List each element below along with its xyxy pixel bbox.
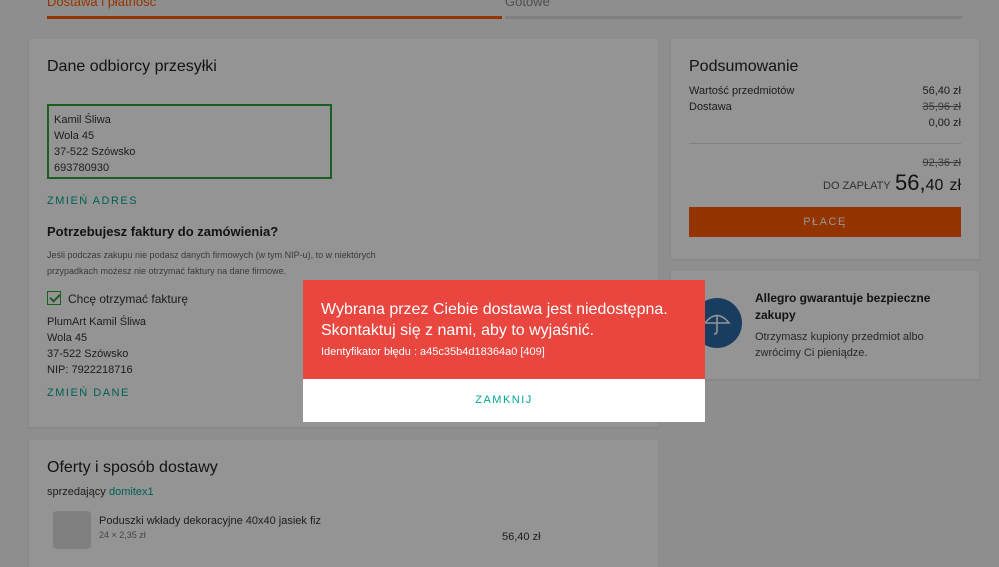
error-modal: Wybrana przez Ciebie dostawa jest niedos… xyxy=(303,280,705,422)
error-id: Identyfikator błędu : a45c35b4d18364a0 [… xyxy=(321,346,545,358)
error-modal-title: Wybrana przez Ciebie dostawa jest niedos… xyxy=(321,301,668,339)
close-button[interactable]: ZAMKNIJ xyxy=(303,379,705,422)
error-modal-header: Wybrana przez Ciebie dostawa jest niedos… xyxy=(303,280,705,379)
error-modal-footer: ZAMKNIJ xyxy=(303,379,705,422)
